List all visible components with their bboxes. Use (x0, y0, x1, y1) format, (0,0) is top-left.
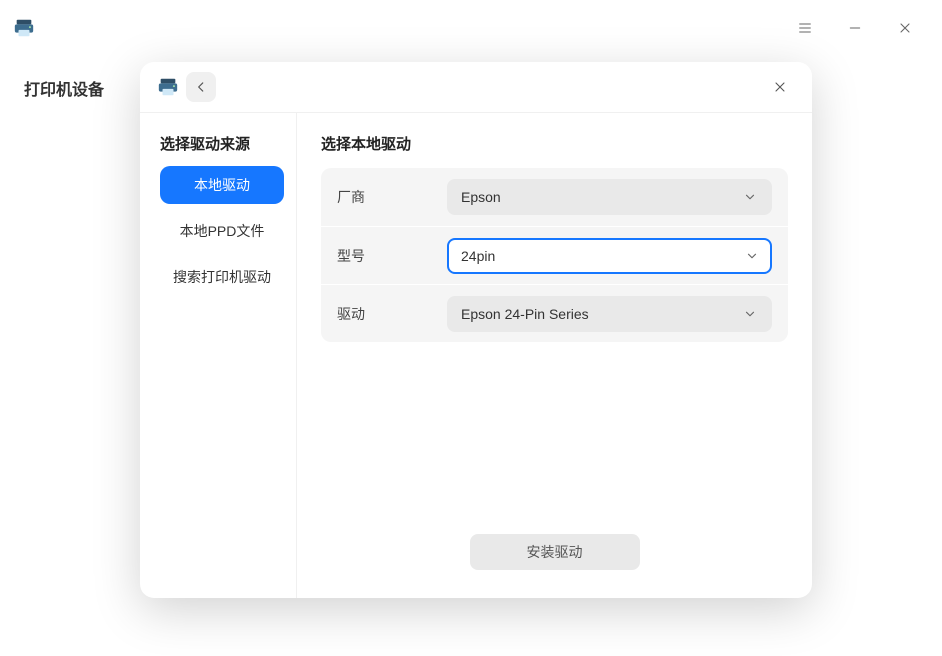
form-pane: 选择本地驱动 厂商 Epson 型号 (297, 113, 812, 598)
model-input[interactable] (461, 240, 736, 272)
model-label: 型号 (337, 246, 447, 266)
chevron-down-icon (740, 190, 760, 204)
title-bar (0, 0, 942, 56)
devices-heading: 打印机设备 (0, 56, 128, 120)
model-combobox[interactable] (447, 238, 772, 274)
menu-button[interactable] (780, 0, 830, 56)
close-window-button[interactable] (880, 0, 930, 56)
form-row-vendor: 厂商 Epson (321, 168, 788, 226)
install-button-label: 安装驱动 (527, 544, 583, 560)
form-title: 选择本地驱动 (321, 133, 788, 154)
source-title: 选择驱动来源 (160, 133, 284, 154)
form-rows: 厂商 Epson 型号 (321, 168, 788, 342)
vendor-label: 厂商 (337, 187, 447, 207)
chevron-down-icon[interactable] (736, 242, 766, 270)
source-item-local-ppd[interactable]: 本地PPD文件 (160, 212, 284, 250)
back-button[interactable] (186, 72, 216, 102)
driver-value: Epson 24-Pin Series (461, 306, 740, 322)
printer-app-icon (156, 75, 180, 99)
dialog-header (140, 62, 812, 112)
chevron-down-icon (740, 307, 760, 321)
source-item-search-driver[interactable]: 搜索打印机驱动 (160, 258, 284, 296)
main-sidebar: 打印机设备 (0, 56, 128, 656)
hamburger-icon (797, 20, 813, 36)
driver-select[interactable]: Epson 24-Pin Series (447, 296, 772, 332)
source-item-label: 本地驱动 (194, 175, 250, 195)
source-item-label: 搜索打印机驱动 (173, 267, 271, 287)
install-driver-button[interactable]: 安装驱动 (470, 534, 640, 570)
printer-app-icon (12, 16, 36, 40)
minimize-button[interactable] (830, 0, 880, 56)
close-icon (772, 79, 788, 95)
chevron-left-icon (194, 80, 208, 94)
minimize-icon (847, 20, 863, 36)
form-row-model: 型号 (321, 226, 788, 284)
driver-label: 驱动 (337, 304, 447, 324)
source-pane: 选择驱动来源 本地驱动 本地PPD文件 搜索打印机驱动 (140, 113, 296, 598)
source-item-label: 本地PPD文件 (180, 221, 265, 241)
dialog-close-button[interactable] (764, 71, 796, 103)
source-item-local-driver[interactable]: 本地驱动 (160, 166, 284, 204)
close-icon (897, 20, 913, 36)
driver-dialog: 选择驱动来源 本地驱动 本地PPD文件 搜索打印机驱动 选择本地驱动 厂商 (140, 62, 812, 598)
vendor-select[interactable]: Epson (447, 179, 772, 215)
form-row-driver: 驱动 Epson 24-Pin Series (321, 284, 788, 342)
title-bar-left (12, 16, 36, 40)
vendor-value: Epson (461, 189, 740, 205)
